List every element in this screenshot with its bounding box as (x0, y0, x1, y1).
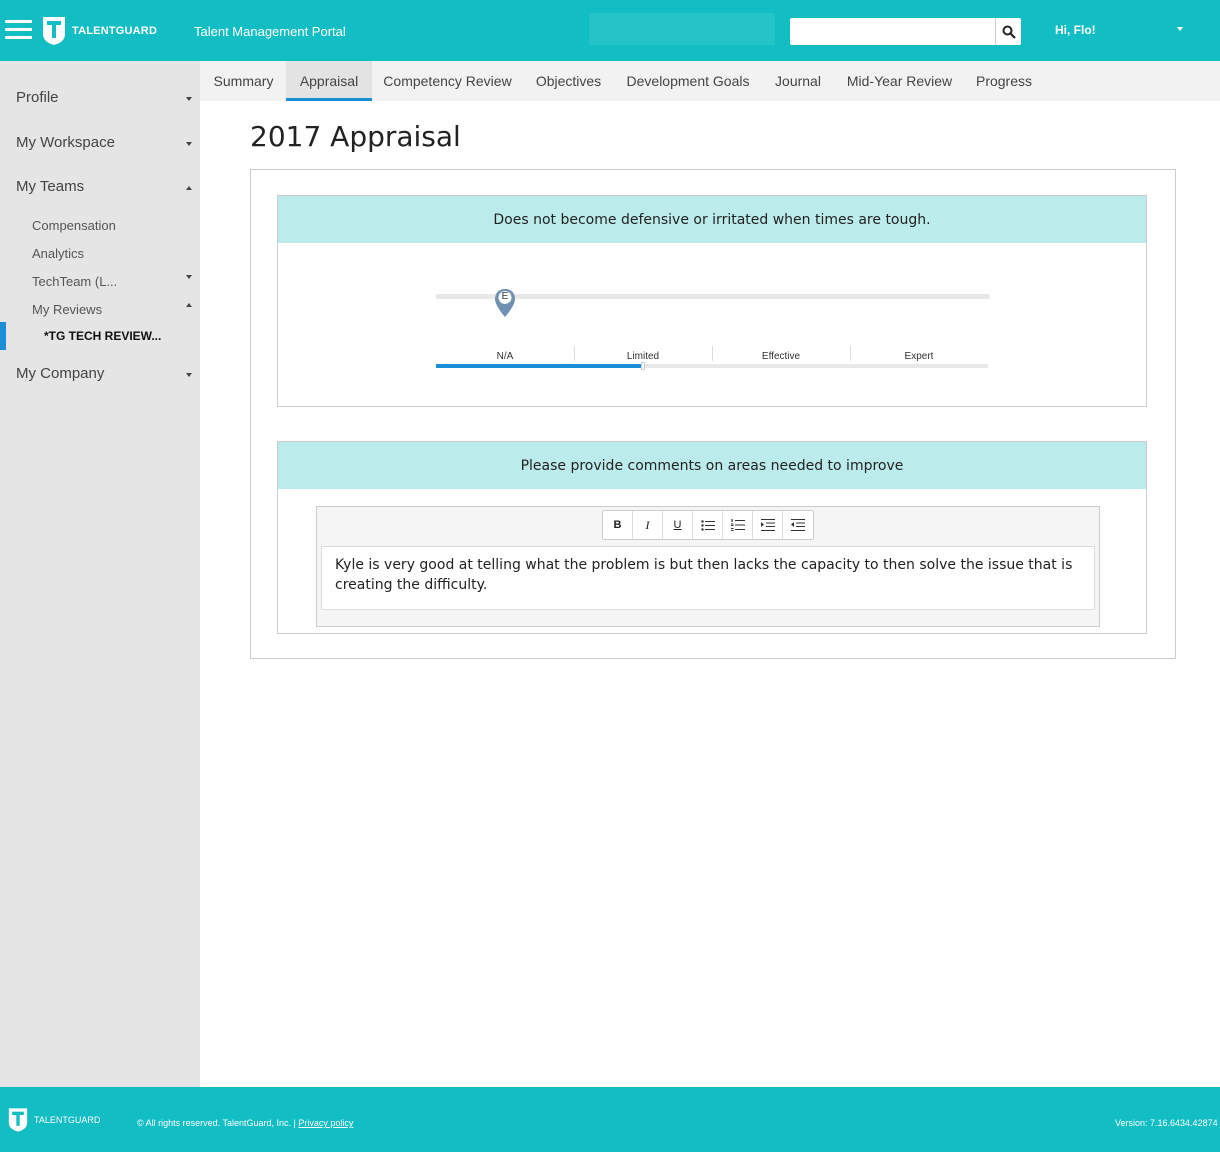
caret-up-icon (186, 186, 192, 190)
scale-label-effective[interactable]: Effective (712, 351, 850, 362)
brand-name: TALENTGUARD (72, 25, 158, 37)
sidebar-item-label: TechTeam (L... (32, 274, 118, 289)
sidebar-item-techteam[interactable]: TechTeam (L... (0, 272, 200, 292)
sidebar-item-my-reviews[interactable]: My Reviews (0, 300, 200, 320)
user-greeting[interactable]: Hi, Flo! (1055, 23, 1096, 37)
sidebar-item-profile[interactable]: Profile (0, 87, 200, 111)
marker-track (436, 294, 990, 299)
sidebar-item-tg-tech-review[interactable]: *TG TECH REVIEW... (0, 322, 200, 350)
scale-label-na[interactable]: N/A (436, 351, 574, 362)
sidebar-item-my-workspace[interactable]: My Workspace (0, 132, 200, 156)
caret-down-icon (186, 142, 192, 146)
caret-down-icon (186, 275, 192, 279)
sidebar-item-label: My Reviews (32, 302, 103, 317)
rich-text-editor: B I U Kyle is very good at telling what … (316, 506, 1100, 627)
italic-icon[interactable]: I (633, 511, 663, 539)
tab-development-goals[interactable]: Development Goals (621, 61, 755, 101)
tab-objectives[interactable]: Objectives (530, 61, 607, 101)
tab-journal[interactable]: Journal (768, 61, 828, 101)
sidebar-item-label: Compensation (32, 218, 116, 233)
rating-slider-fill (436, 364, 643, 368)
pin-label: E (501, 291, 509, 302)
hamburger-icon[interactable] (5, 20, 32, 40)
tab-bar: Summary Appraisal Competency Review Obje… (200, 61, 1220, 101)
footer-brand-name: TALENTGUARD (34, 1115, 101, 1125)
sidebar-item-label: My Company (16, 365, 105, 382)
question-text: Please provide comments on areas needed … (278, 442, 1146, 489)
underline-icon[interactable]: U (663, 511, 693, 539)
copyright-label: © All rights reserved. TalentGuard, Inc.… (137, 1118, 299, 1128)
scale-label-limited[interactable]: Limited (574, 351, 712, 362)
caret-up-icon (186, 303, 192, 307)
rating-slider-handle[interactable] (641, 362, 645, 370)
comment-textarea[interactable]: Kyle is very good at telling what the pr… (321, 546, 1095, 610)
version-text: Version: 7.16.6434.42874 (1115, 1118, 1218, 1128)
tab-progress[interactable]: Progress (971, 61, 1037, 101)
scale-label-expert[interactable]: Expert (850, 351, 988, 362)
rating-pin[interactable]: E (494, 288, 516, 318)
sidebar-item-my-teams[interactable]: My Teams (0, 176, 200, 200)
sidebar-item-my-company[interactable]: My Company (0, 363, 200, 387)
question-text: Does not become defensive or irritated w… (278, 196, 1146, 243)
active-indicator (0, 322, 6, 350)
caret-down-icon (186, 373, 192, 377)
sidebar-item-compensation[interactable]: Compensation (0, 216, 200, 236)
tab-mid-year-review[interactable]: Mid-Year Review (842, 61, 957, 101)
appraisal-card: Does not become defensive or irritated w… (250, 169, 1176, 659)
search-button[interactable] (995, 18, 1021, 45)
numbered-list-icon[interactable] (723, 511, 753, 539)
rating-slider[interactable] (436, 362, 988, 370)
caret-down-icon[interactable] (1177, 27, 1183, 31)
sidebar-item-analytics[interactable]: Analytics (0, 244, 200, 264)
sidebar-item-label: My Teams (16, 178, 85, 195)
rating-question-card: Does not become defensive or irritated w… (277, 195, 1147, 407)
search-box (790, 18, 1021, 45)
shield-logo-icon (8, 1108, 28, 1132)
outdent-icon[interactable] (783, 511, 813, 539)
sidebar-item-label: Analytics (32, 246, 85, 261)
sidebar-item-label: Profile (16, 89, 59, 106)
top-header: TALENTGUARD Talent Management Portal Hi,… (0, 0, 1220, 61)
bullet-list-icon[interactable] (693, 511, 723, 539)
privacy-policy-link[interactable]: Privacy policy (298, 1118, 353, 1128)
footer-logo: TALENTGUARD (8, 1107, 100, 1133)
tab-summary[interactable]: Summary (206, 61, 281, 101)
editor-toolbar: B I U (602, 510, 814, 540)
footer: TALENTGUARD © All rights reserved. Talen… (0, 1087, 1220, 1152)
brand-logo[interactable]: TALENTGUARD (42, 16, 157, 46)
indent-icon[interactable] (753, 511, 783, 539)
tab-appraisal[interactable]: Appraisal (286, 61, 372, 101)
bold-icon[interactable]: B (603, 511, 633, 539)
portal-title: Talent Management Portal (194, 24, 346, 39)
search-input[interactable] (790, 18, 995, 45)
sidebar-item-label: My Workspace (16, 134, 115, 151)
sidebar: Profile My Workspace My Teams Compensati… (0, 61, 200, 1087)
sidebar-item-label: *TG TECH REVIEW... (44, 329, 162, 343)
comment-question-card: Please provide comments on areas needed … (277, 441, 1147, 634)
search-icon (1002, 25, 1016, 39)
copyright-text: © All rights reserved. TalentGuard, Inc.… (137, 1118, 353, 1128)
page-title: 2017 Appraisal (250, 120, 461, 153)
shield-logo-icon (42, 16, 66, 46)
caret-down-icon (186, 97, 192, 101)
tab-competency-review[interactable]: Competency Review (378, 61, 517, 101)
header-placeholder (589, 13, 775, 45)
